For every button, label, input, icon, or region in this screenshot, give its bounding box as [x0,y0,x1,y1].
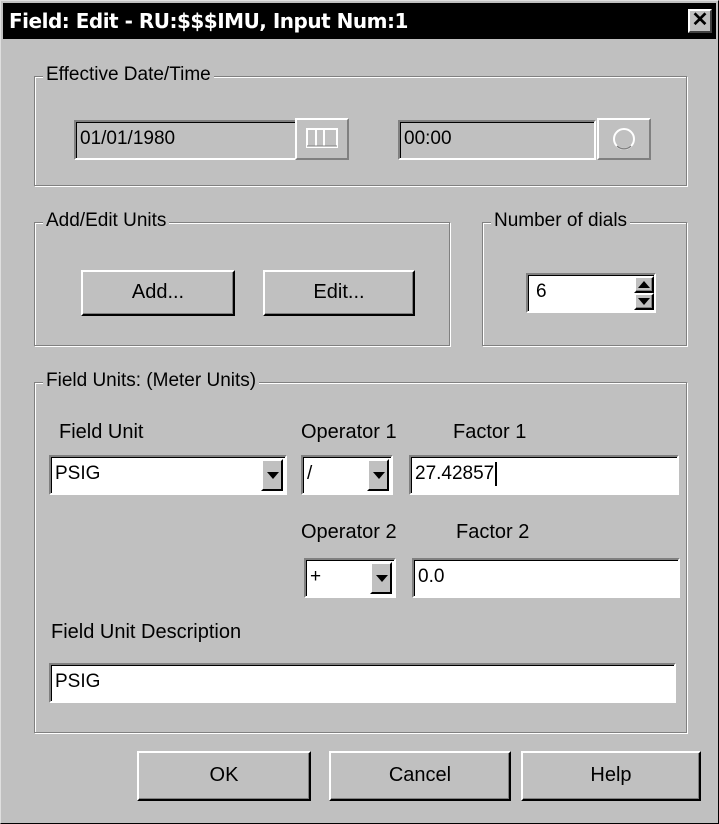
field-unit-dropdown-button[interactable] [261,459,283,491]
add-edit-units-legend: Add/Edit Units [43,210,170,232]
factor1-value: 27.42857 [415,463,495,484]
up-arrow-icon [638,281,650,288]
cancel-button[interactable]: Cancel [329,751,511,801]
spin-down-button[interactable] [634,293,654,310]
factor2-label: Factor 2 [456,521,530,543]
operator1-select[interactable]: / [301,455,393,495]
effective-datetime-group: Effective Date/Time 01/01/1980 00:00 [34,64,687,186]
factor1-label: Factor 1 [453,421,527,443]
field-units-group: Field Units: (Meter Units) Field Unit PS… [34,370,687,733]
operator2-dropdown-button[interactable] [370,562,392,594]
clock-icon [613,128,635,150]
add-edit-units-group: Add/Edit Units Add... Edit... [34,210,450,346]
operator2-value: + [310,566,322,587]
effective-time-field[interactable]: 00:00 [398,120,596,160]
effective-datetime-legend: Effective Date/Time [43,64,214,86]
calendar-icon [306,128,338,148]
operator1-dropdown-button[interactable] [367,459,389,491]
field-unit-select[interactable]: PSIG [49,455,287,495]
operator2-select[interactable]: + [304,558,396,598]
operator1-value: / [307,463,313,484]
factor1-input[interactable]: 27.42857 [409,455,679,495]
add-button[interactable]: Add... [81,270,235,316]
field-unit-description-input[interactable]: PSIG [49,663,676,703]
number-of-dials-legend: Number of dials [491,210,631,232]
field-unit-value: PSIG [55,463,101,484]
edit-button[interactable]: Edit... [263,270,415,316]
field-unit-label: Field Unit [59,421,144,443]
operator2-label: Operator 2 [301,521,397,543]
field-units-legend: Field Units: (Meter Units) [43,370,260,392]
help-button[interactable]: Help [521,751,701,801]
spin-up-button[interactable] [634,276,654,293]
window-title: Field: Edit - RU:$$$IMU, Input Num:1 [9,9,408,33]
operator1-label: Operator 1 [301,421,397,443]
dials-spinner[interactable] [634,276,654,310]
factor2-input[interactable]: 0.0 [412,558,680,598]
number-of-dials-group: Number of dials 6 [482,210,687,346]
close-button[interactable]: ✕ [688,9,712,33]
text-cursor [495,461,498,486]
field-edit-dialog: Field: Edit - RU:$$$IMU, Input Num:1 ✕ E… [0,0,719,824]
down-arrow-icon [638,298,650,305]
clock-button[interactable] [597,118,651,160]
field-unit-description-label: Field Unit Description [51,621,242,643]
title-bar[interactable]: Field: Edit - RU:$$$IMU, Input Num:1 ✕ [3,3,716,39]
effective-date-field[interactable]: 01/01/1980 [74,120,331,160]
ok-button[interactable]: OK [137,751,311,801]
calendar-button[interactable] [295,118,349,160]
